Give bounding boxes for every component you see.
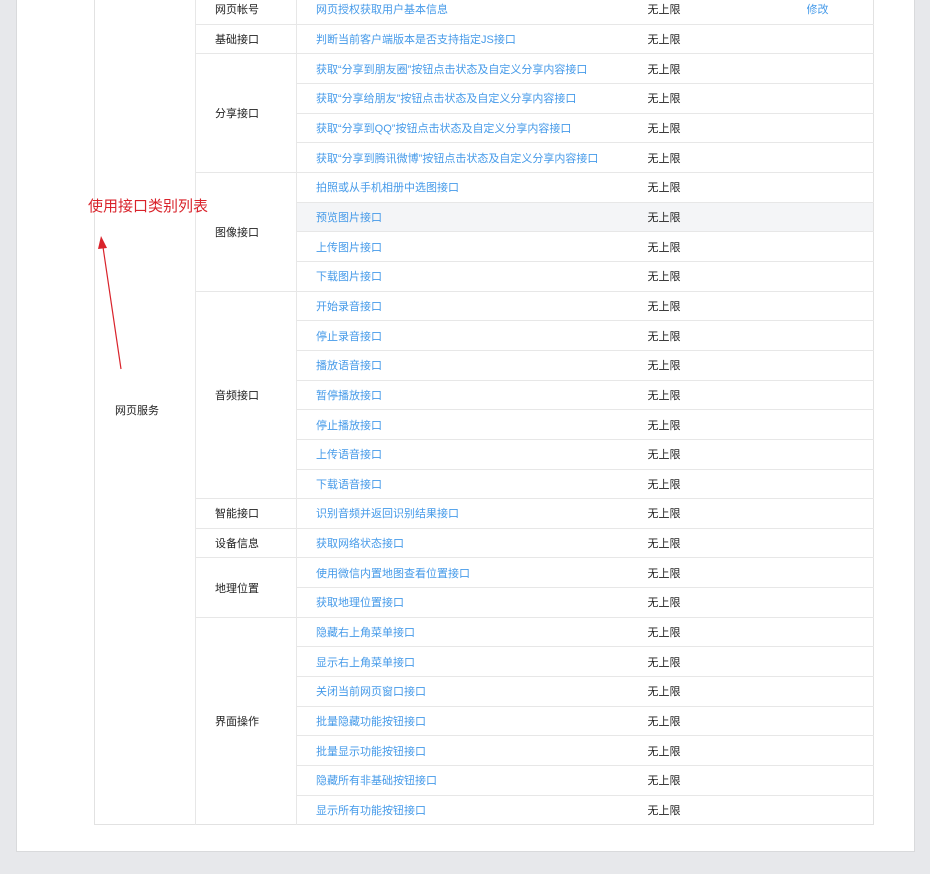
annotation-arrow-icon <box>98 236 122 370</box>
